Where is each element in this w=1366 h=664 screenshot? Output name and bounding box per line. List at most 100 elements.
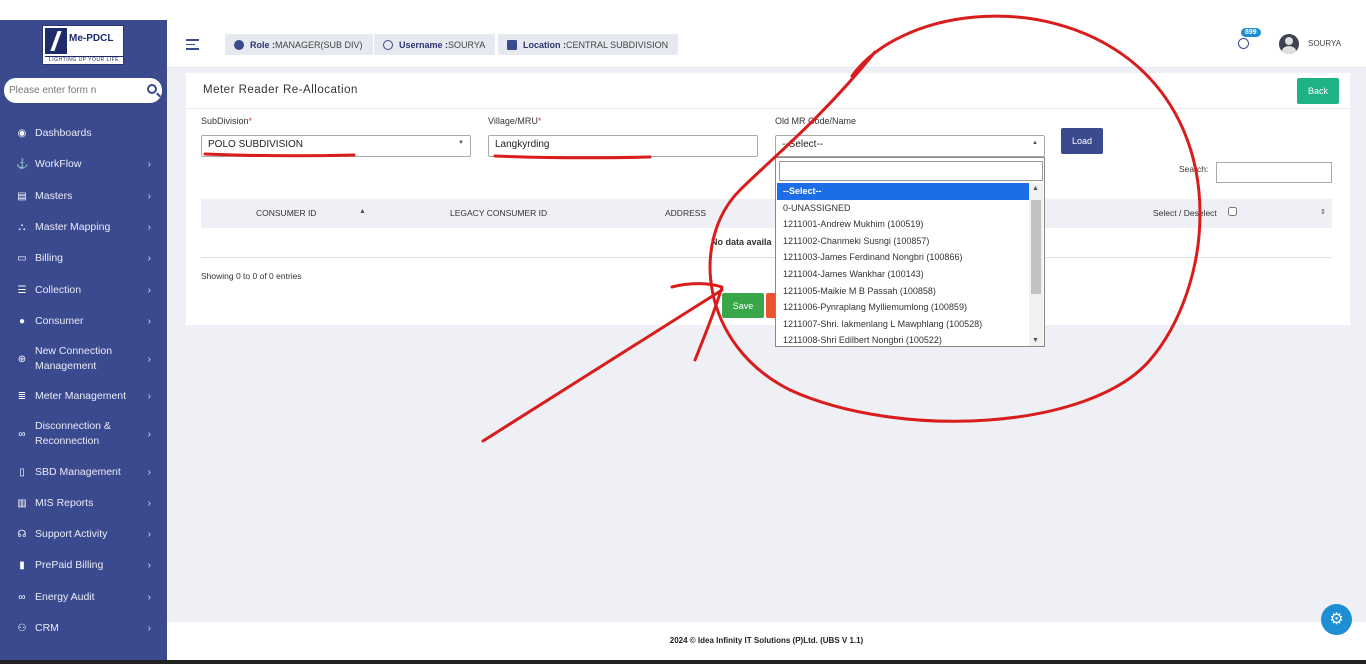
clock-icon[interactable]: [1238, 38, 1249, 49]
sidebar-item-energy-audit[interactable]: ∞ Energy Audit ›: [0, 582, 167, 613]
dropdown-option[interactable]: 0-UNASSIGNED: [777, 200, 1029, 217]
avatar[interactable]: [1279, 34, 1299, 54]
dropdown-option[interactable]: --Select--: [777, 183, 1029, 200]
chevron-down-icon: ▼: [458, 140, 464, 146]
dropdown-option[interactable]: 1211002-Chanmeki Susngi (100857): [777, 233, 1029, 250]
sidebar-item-label: Masters: [35, 189, 73, 202]
sidebar-item-mis-reports[interactable]: ▥ MIS Reports ›: [0, 488, 167, 519]
sidebar-item-meter-management[interactable]: ≣ Meter Management ›: [0, 381, 167, 412]
sidebar-search-input[interactable]: [9, 82, 139, 99]
load-button[interactable]: Load: [1061, 128, 1103, 154]
chevron-right-icon: ›: [147, 190, 151, 202]
company-logo[interactable]: Me-PDCL LIGHTING UP YOUR LIFE: [42, 25, 124, 65]
sidebar-item-new-connection-management[interactable]: ⊕ New Connection Management ›: [0, 337, 167, 381]
chevron-right-icon: ›: [147, 222, 151, 234]
subdivision-select[interactable]: POLO SUBDIVISION ▼: [201, 135, 471, 157]
back-button[interactable]: Back: [1297, 78, 1339, 104]
chevron-up-icon: ▲: [1032, 140, 1038, 146]
sidebar: Me-PDCL LIGHTING UP YOUR LIFE ◉ Dashboard…: [0, 20, 167, 664]
dropdown-option[interactable]: 1211005-Maikie M B Passah (100858): [777, 283, 1029, 300]
sidebar-item-master-mapping[interactable]: ⛬ Master Mapping ›: [0, 212, 167, 243]
sidebar-item-support-activity[interactable]: ☊ Support Activity ›: [0, 519, 167, 550]
scroll-up-icon[interactable]: ▲: [1032, 185, 1039, 192]
table-search-label: Search:: [1179, 164, 1209, 174]
username-chip: Username : SOURYA: [374, 34, 496, 55]
sidebar-item-label: Collection: [35, 283, 82, 296]
sidebar-item-crm[interactable]: ⚇ CRM ›: [0, 613, 167, 644]
dropdown-option[interactable]: 1211003-James Ferdinand Nongbri (100866): [777, 249, 1029, 266]
location-chip: Location : CENTRAL SUBDIVISION: [498, 34, 679, 55]
footer: 2024 © Idea Infinity IT Solutions (P)Ltd…: [167, 622, 1366, 660]
scrollbar-thumb[interactable]: [1031, 200, 1041, 294]
sort-icon[interactable]: ⇕: [1320, 208, 1326, 216]
notification-badge: 899: [1241, 28, 1261, 37]
role-chip: Role : MANAGER(SUB DIV): [225, 34, 373, 55]
sidebar-item-dashboards[interactable]: ◉ Dashboards: [0, 118, 167, 149]
sidebar-item-consumer[interactable]: ● Consumer ›: [0, 306, 167, 337]
chevron-right-icon: ›: [147, 284, 151, 296]
location-value: CENTRAL SUBDIVISION: [566, 39, 669, 50]
sort-icon[interactable]: ▲: [359, 208, 366, 215]
sidebar-item-disconnection-reconnection[interactable]: ∞ Disconnection & Reconnection ›: [0, 412, 167, 456]
village-select[interactable]: Langkyrding: [488, 135, 758, 157]
list-alt-icon: ≣: [17, 391, 27, 403]
dropdown-option[interactable]: 1211001-Andrew Mukhim (100519): [777, 216, 1029, 233]
menu-toggle-icon[interactable]: [186, 39, 199, 53]
dropdown-option[interactable]: 1211004-James Wankhar (100143): [777, 266, 1029, 283]
sidebar-item-label: Disconnection & Reconnection: [35, 420, 111, 448]
sidebar-item-collection[interactable]: ☰ Collection ›: [0, 274, 167, 305]
top-strip: [0, 0, 1366, 20]
subdivision-label-text: SubDivision: [201, 116, 249, 126]
sidebar-item-masters[interactable]: ▤ Masters ›: [0, 181, 167, 212]
chevron-right-icon: ›: [147, 591, 151, 603]
table-icon: ▤: [17, 190, 27, 202]
col-consumer-id[interactable]: CONSUMER ID: [256, 208, 316, 218]
village-label: Village/MRU*: [488, 116, 541, 126]
settings-gear-icon[interactable]: ⚙: [1321, 604, 1352, 635]
dropdown-option[interactable]: 1211006-Pynraplang Mylliemumlong (100859…: [777, 299, 1029, 316]
no-data-message: No data availa: [711, 237, 772, 247]
sidebar-item-prepaid-billing[interactable]: ▮ PrePaid Billing ›: [0, 550, 167, 581]
dropdown-search-input[interactable]: [779, 161, 1043, 181]
sidebar-nav: ◉ Dashboards ⚓ WorkFlow › ▤ Masters › ⛬ Master Ma…: [0, 118, 167, 644]
chevron-right-icon: ›: [147, 497, 151, 509]
chevron-right-icon: ›: [147, 529, 151, 541]
users-icon: ⚇: [17, 623, 27, 634]
bottom-bar: [0, 660, 1366, 664]
chevron-right-icon: ›: [147, 353, 151, 365]
sidebar-item-label: Dashboards: [35, 127, 92, 140]
sidebar-item-billing[interactable]: ▭ Billing ›: [0, 243, 167, 274]
sidebar-item-label: CRM: [35, 622, 59, 634]
village-value: Langkyrding: [495, 139, 550, 150]
divider: [186, 108, 1350, 109]
oldmr-value: --Select--: [782, 139, 824, 150]
page-title: Meter Reader Re-Allocation: [203, 84, 358, 96]
sidebar-item-label: Master Mapping: [35, 221, 111, 234]
sidebar-item-label: Billing: [35, 252, 64, 265]
sidebar-item-label: SBD Management: [35, 465, 121, 478]
chevron-right-icon: ›: [147, 315, 151, 327]
select-all-checkbox[interactable]: [1228, 207, 1237, 216]
search-icon[interactable]: [147, 84, 157, 94]
table-header: CONSUMER ID ▲ LEGACY CONSUMER ID ADDRESS…: [201, 199, 1332, 228]
dropdown-scrollbar[interactable]: ▲ ▼: [1029, 183, 1043, 346]
required-mark: *: [248, 116, 253, 126]
oldmr-select[interactable]: --Select-- ▲: [775, 135, 1045, 157]
col-address[interactable]: ADDRESS: [665, 208, 706, 218]
dropdown-options: --Select-- 0-UNASSIGNED 1211001-Andrew Muk…: [777, 183, 1029, 346]
sitemap-icon: ⛬: [18, 222, 26, 234]
table-search-input[interactable]: [1216, 162, 1332, 183]
chevron-right-icon: ›: [147, 466, 151, 478]
required-mark: *: [537, 116, 542, 126]
oldmr-dropdown: --Select-- 0-UNASSIGNED 1211001-Andrew Muk…: [775, 157, 1045, 347]
oldmr-label: Old MR Code/Name: [775, 116, 857, 126]
dropdown-option[interactable]: 1211008-Shri Edilbert Nongbri (100522): [777, 332, 1029, 346]
save-button[interactable]: Save: [722, 293, 764, 318]
col-legacy-consumer-id[interactable]: LEGACY CONSUMER ID: [450, 208, 547, 218]
main-card: Meter Reader Re-Allocation Back SubDivis…: [186, 73, 1350, 325]
scroll-down-icon[interactable]: ▼: [1032, 337, 1039, 344]
sidebar-item-workflow[interactable]: ⚓ WorkFlow ›: [0, 149, 167, 180]
header-username[interactable]: SOURYA: [1308, 39, 1341, 48]
dropdown-option[interactable]: 1211007-Shri. Iakmenlang L Mawphlang (10…: [777, 316, 1029, 333]
sidebar-item-sbd-management[interactable]: ▯ SBD Management ›: [0, 456, 167, 487]
